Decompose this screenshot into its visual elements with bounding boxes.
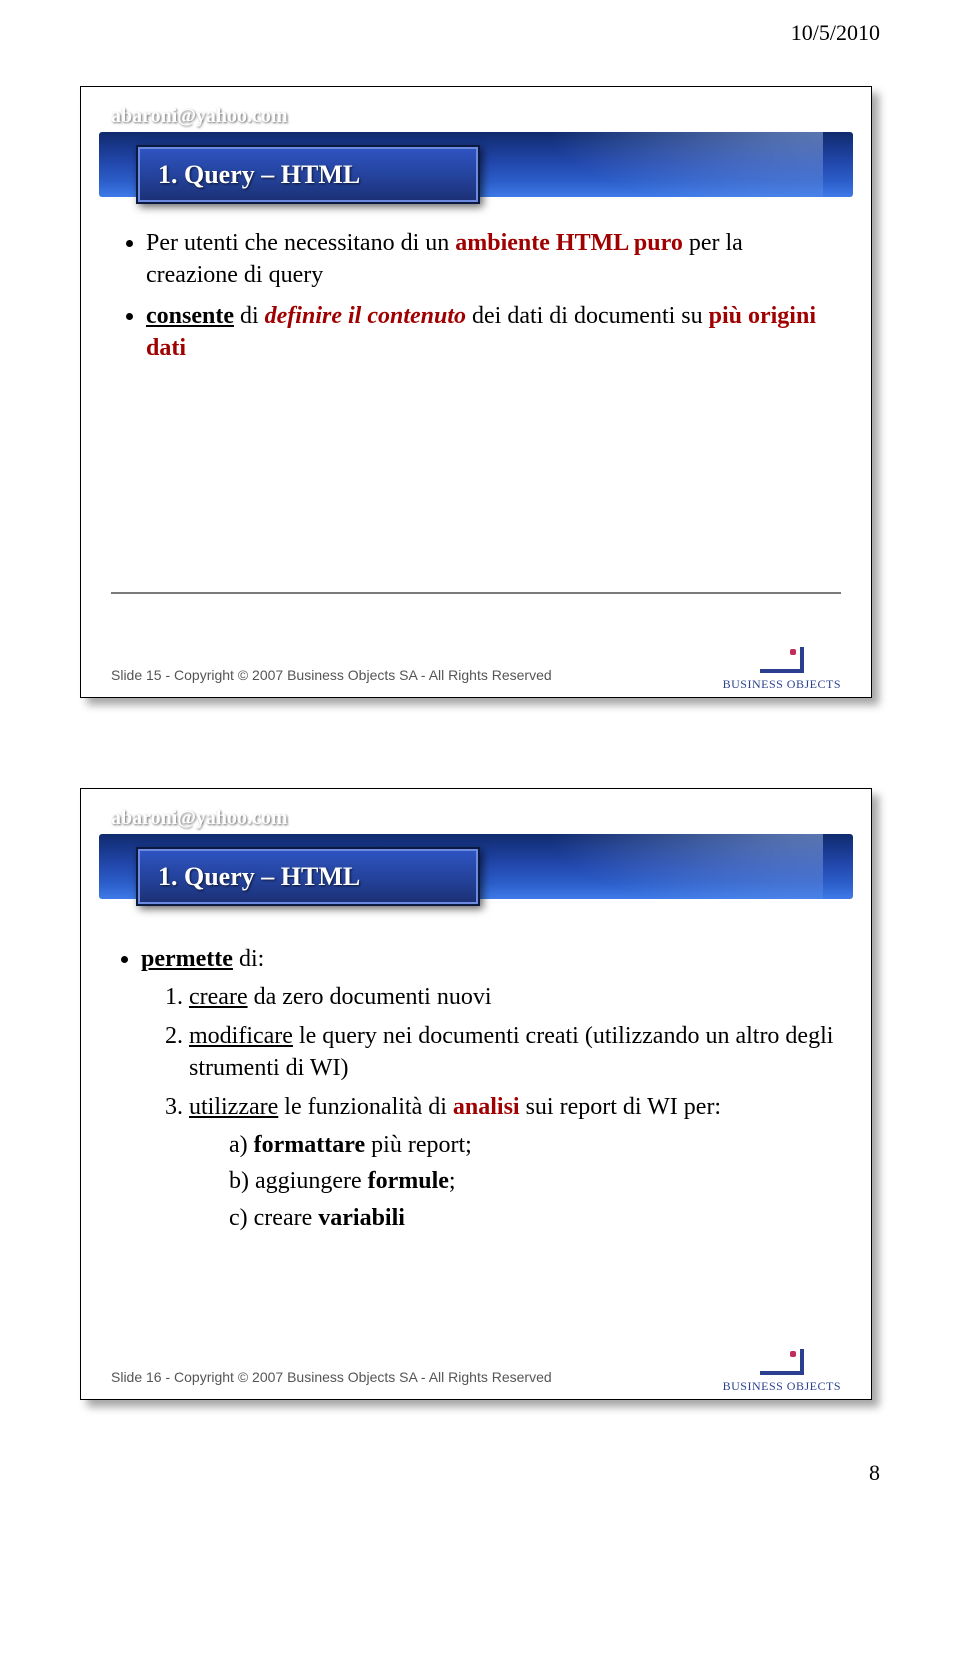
text: le funzionalità di	[278, 1094, 453, 1120]
bullet-2: consente di definire il contenuto dei da…	[146, 300, 826, 365]
sub-a: a) formattare più report;	[229, 1129, 836, 1161]
divider	[111, 592, 841, 594]
text: di	[234, 303, 265, 329]
sub-c: c) creare variabili	[229, 1202, 836, 1234]
slide-16: abaroni@yahoo.com 1. Query – HTML permet…	[80, 788, 872, 1400]
text: c) creare	[229, 1205, 318, 1231]
document-date: 10/5/2010	[80, 20, 880, 46]
underline-utilizzare: utilizzare	[189, 1094, 278, 1120]
underline-modificare: modificare	[189, 1023, 293, 1049]
emphasis-definire: definire il contenuto	[265, 303, 466, 329]
slide-title-box: 1. Query – HTML	[136, 847, 480, 906]
emphasis-ambiente-html: ambiente HTML puro	[455, 230, 683, 256]
sub-b: b) aggiungere formule;	[229, 1165, 836, 1197]
text: sui report di WI per:	[520, 1094, 722, 1120]
bullet-1: Per utenti che necessitano di un ambient…	[146, 227, 826, 292]
bold-formattare: formattare	[254, 1132, 366, 1158]
bold-formule: formule	[368, 1168, 449, 1194]
text: di:	[233, 946, 264, 972]
email-label: abaroni@yahoo.com	[111, 807, 288, 830]
slide-15-content: Per utenti che necessitano di un ambient…	[126, 227, 826, 373]
text: a)	[229, 1132, 254, 1158]
text: b) aggiungere	[229, 1168, 368, 1194]
text: da zero documenti nuovi	[248, 984, 492, 1010]
underline-consente: consente	[146, 303, 234, 329]
underline-permette: permette	[141, 946, 233, 972]
emphasis-analisi: analisi	[453, 1094, 520, 1120]
slide-title-text: 1. Query – HTML	[158, 160, 360, 190]
text: più report;	[365, 1132, 472, 1158]
bold-variabili: variabili	[318, 1205, 405, 1231]
page-number: 8	[80, 1460, 880, 1486]
text: Per utenti che necessitano di un	[146, 230, 455, 256]
logo-icon	[760, 1349, 804, 1375]
text: dei dati di documenti su	[466, 303, 709, 329]
item-modificare: modificare le query nei documenti creati…	[189, 1020, 836, 1085]
slide-title-text: 1. Query – HTML	[158, 862, 360, 892]
text: ;	[449, 1168, 456, 1194]
slide-title-box: 1. Query – HTML	[136, 145, 480, 204]
business-objects-logo: BUSINESS OBJECTS	[723, 1349, 841, 1394]
slide-footer: Slide 15 - Copyright © 2007 Business Obj…	[111, 667, 552, 683]
item-utilizzare: utilizzare le funzionalità di analisi su…	[189, 1091, 836, 1235]
logo-text: BUSINESS OBJECTS	[723, 1379, 841, 1394]
slide-footer: Slide 16 - Copyright © 2007 Business Obj…	[111, 1369, 552, 1385]
slide-15: abaroni@yahoo.com 1. Query – HTML Per ut…	[80, 86, 872, 698]
underline-creare: creare	[189, 984, 248, 1010]
logo-text: BUSINESS OBJECTS	[723, 677, 841, 692]
business-objects-logo: BUSINESS OBJECTS	[723, 647, 841, 692]
bullet-permette: permette di: creare da zero documenti nu…	[141, 943, 836, 1234]
logo-icon	[760, 647, 804, 673]
item-creare: creare da zero documenti nuovi	[189, 981, 836, 1013]
email-label: abaroni@yahoo.com	[111, 105, 288, 128]
slide-16-content: permette di: creare da zero documenti nu…	[101, 919, 836, 1258]
